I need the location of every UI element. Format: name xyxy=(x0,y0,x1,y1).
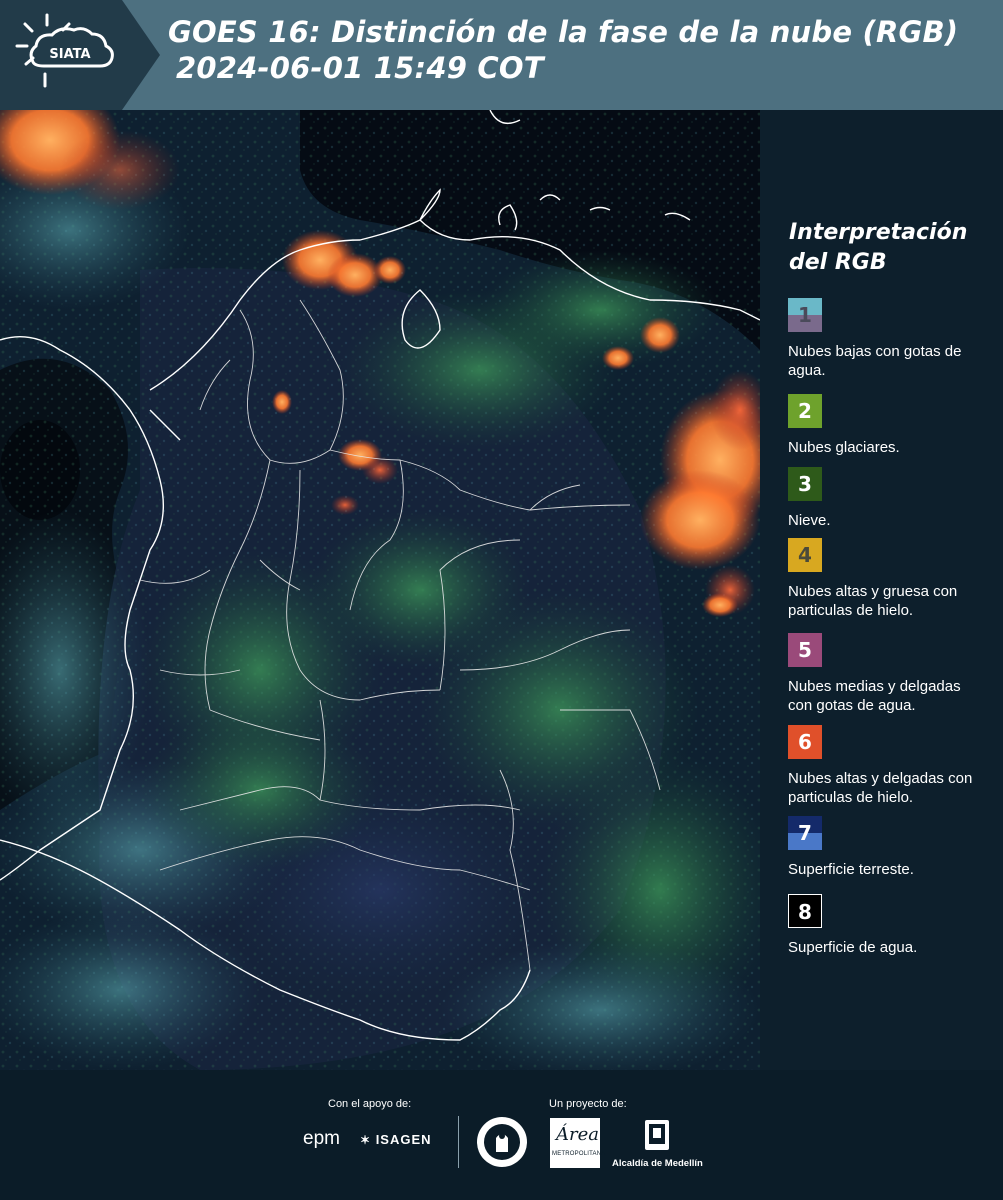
legend-panel: Interpretación del RGB 1 Nubes bajas con… xyxy=(760,110,1003,1070)
alcaldia-shield-icon xyxy=(645,1120,669,1150)
legend-swatch-6: 6 xyxy=(788,725,822,759)
header-bar: SIATA GOES 16: Distinción de la fase de … xyxy=(0,0,1003,110)
legend-label-5: Nubes medias y delgadas con gotas de agu… xyxy=(788,678,961,714)
legend-title: Interpretación del RGB xyxy=(789,220,968,275)
isagen-icon: ✶ xyxy=(360,1133,372,1147)
project-label: Un proyecto de: xyxy=(549,1098,627,1110)
legend-label-7: Superficie terreste. xyxy=(788,861,914,878)
legend-item-7: 7 Superficie terreste. xyxy=(788,816,988,879)
legend-swatch-7: 7 xyxy=(788,816,822,850)
legend-swatch-1: 1 xyxy=(788,298,822,332)
legend-swatch-3: 3 xyxy=(788,467,822,501)
siata-logo: SIATA xyxy=(0,0,160,110)
legend-item-5: 5 Nubes medias y delgadas con gotas de a… xyxy=(788,633,988,715)
legend-swatch-2: 2 xyxy=(788,394,822,428)
footer-divider xyxy=(458,1116,459,1168)
map-image xyxy=(0,110,760,1070)
legend-item-6: 6 Nubes altas y delgadas con particulas … xyxy=(788,725,988,807)
legend-item-8: 8 Superficie de agua. xyxy=(788,894,988,957)
legend-swatch-5: 5 xyxy=(788,633,822,667)
support-label: Con el apoyo de: xyxy=(328,1098,412,1110)
legend-label-1: Nubes bajas con gotas de agua. xyxy=(788,343,962,379)
alcaldia-label: Alcaldía de Medellín xyxy=(612,1158,703,1169)
seal-logo xyxy=(477,1117,527,1167)
svg-text:SIATA: SIATA xyxy=(49,47,90,62)
area-metropolitana-logo: Área METROPOLITANA xyxy=(550,1118,605,1168)
epm-logo: epm xyxy=(303,1128,340,1149)
legend-item-3: 3 Nieve. xyxy=(788,467,988,530)
legend-item-1: 1 Nubes bajas con gotas de agua. xyxy=(788,298,988,380)
isagen-logo: ✶ ISAGEN xyxy=(360,1132,432,1147)
legend-label-2: Nubes glaciares. xyxy=(788,439,900,456)
title-product: GOES 16: Distinción de la fase de la nub… xyxy=(168,15,959,49)
satellite-map xyxy=(0,110,760,1070)
legend-label-6: Nubes altas y delgadas con particulas de… xyxy=(788,770,973,806)
page-title: GOES 16: Distinción de la fase de la nub… xyxy=(168,14,983,86)
footer: Con el apoyo de: Un proyecto de: epm ✶ I… xyxy=(0,1070,1003,1200)
legend-swatch-8: 8 xyxy=(788,894,822,928)
legend-label-4: Nubes altas y gruesa con particulas de h… xyxy=(788,583,958,619)
legend-item-4: 4 Nubes altas y gruesa con particulas de… xyxy=(788,538,988,620)
legend-label-3: Nieve. xyxy=(788,512,831,529)
legend-label-8: Superficie de agua. xyxy=(788,939,918,956)
legend-item-2: 2 Nubes glaciares. xyxy=(788,394,988,457)
legend-swatch-4: 4 xyxy=(788,538,822,572)
title-timestamp: 2024-06-01 15:49 COT xyxy=(176,51,544,85)
